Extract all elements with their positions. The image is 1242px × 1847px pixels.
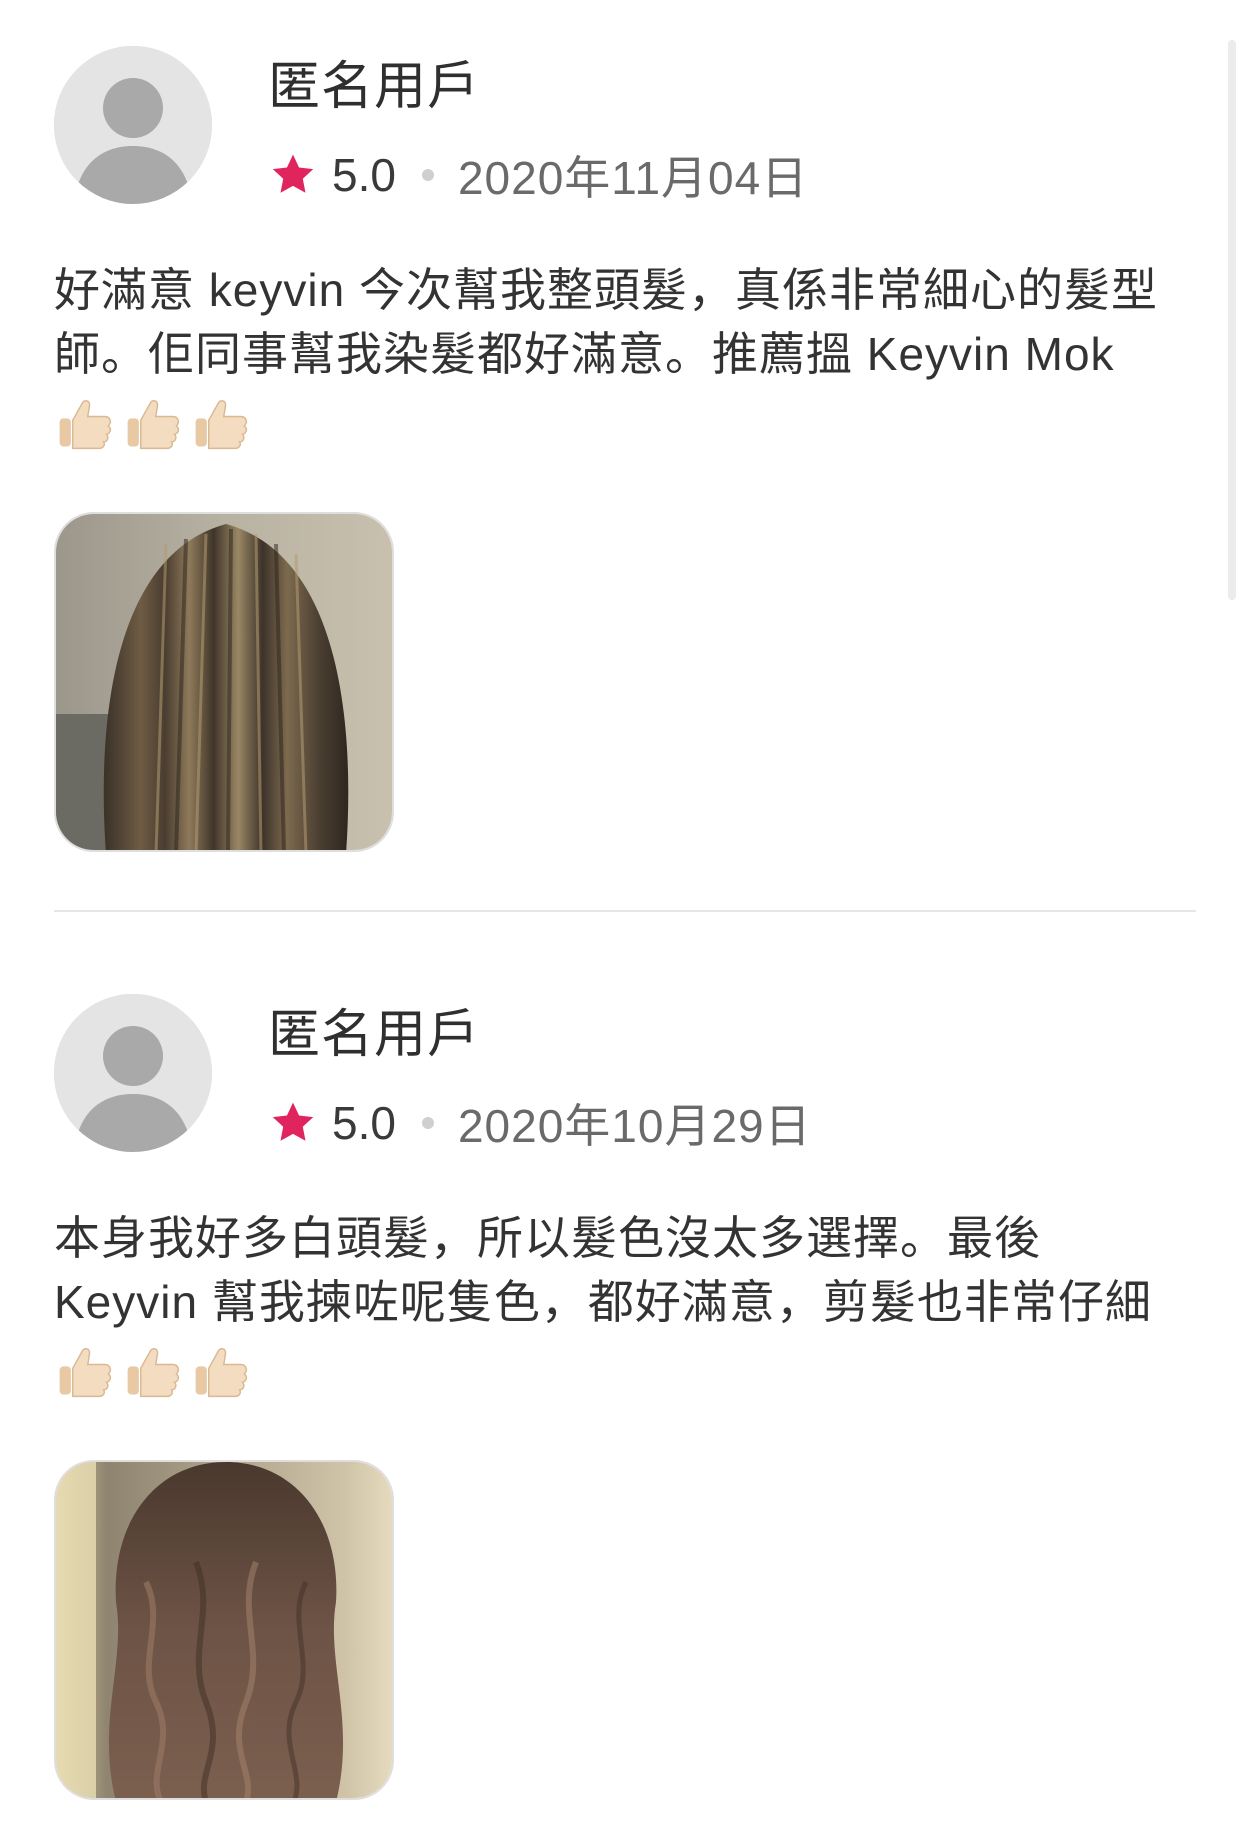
star-icon — [272, 1102, 314, 1141]
rating-value: 5.0 — [332, 149, 396, 201]
review-text-line: 本身我好多白頭髮，所以髮色沒太多選擇。最後 — [54, 1212, 1041, 1264]
review-text: 好滿意 keyvin 今次幫我整頭髮，真係非常細心的髮型 師。佢同事幫我染髮都好… — [54, 258, 1196, 386]
review-text-line: Keyvin 幫我揀咗呢隻色，都好滿意，剪髮也非常仔細 — [54, 1276, 1152, 1328]
thumbs-up-icon — [195, 1348, 248, 1398]
review-date: 2020年10月29日 — [457, 1100, 812, 1152]
thumbs-up-icon — [59, 400, 112, 450]
thumbs-up-icon — [127, 400, 180, 450]
user-name[interactable]: 匿名用戶 — [268, 56, 480, 118]
review-meta: 5.0 2020年10月29日 — [268, 1092, 812, 1154]
divider — [54, 910, 1196, 912]
rating-value: 5.0 — [332, 1097, 396, 1149]
emoji-row — [54, 1342, 258, 1402]
avatar[interactable] — [54, 46, 212, 204]
avatar[interactable] — [54, 994, 212, 1152]
review-meta: 5.0 2020年11月04日 — [268, 144, 808, 206]
review-text-line: 好滿意 keyvin 今次幫我整頭髮，真係非常細心的髮型 — [54, 264, 1158, 316]
separator-dot — [421, 1117, 434, 1129]
review-photo[interactable] — [54, 1460, 394, 1800]
emoji-row — [54, 394, 258, 454]
review-photo[interactable] — [54, 512, 394, 852]
review-text-line: 師。佢同事幫我染髮都好滿意。推薦搵 Keyvin Mok — [54, 328, 1115, 380]
thumbs-up-icon — [195, 400, 248, 450]
scrollbar[interactable] — [1228, 40, 1236, 600]
star-icon — [272, 154, 314, 193]
thumbs-up-icon — [127, 1348, 180, 1398]
thumbs-up-icon — [59, 1348, 112, 1398]
user-name[interactable]: 匿名用戶 — [268, 1004, 480, 1066]
review-text: 本身我好多白頭髮，所以髮色沒太多選擇。最後 Keyvin 幫我揀咗呢隻色，都好滿… — [54, 1206, 1196, 1334]
separator-dot — [421, 169, 434, 181]
review-date: 2020年11月04日 — [457, 152, 809, 204]
